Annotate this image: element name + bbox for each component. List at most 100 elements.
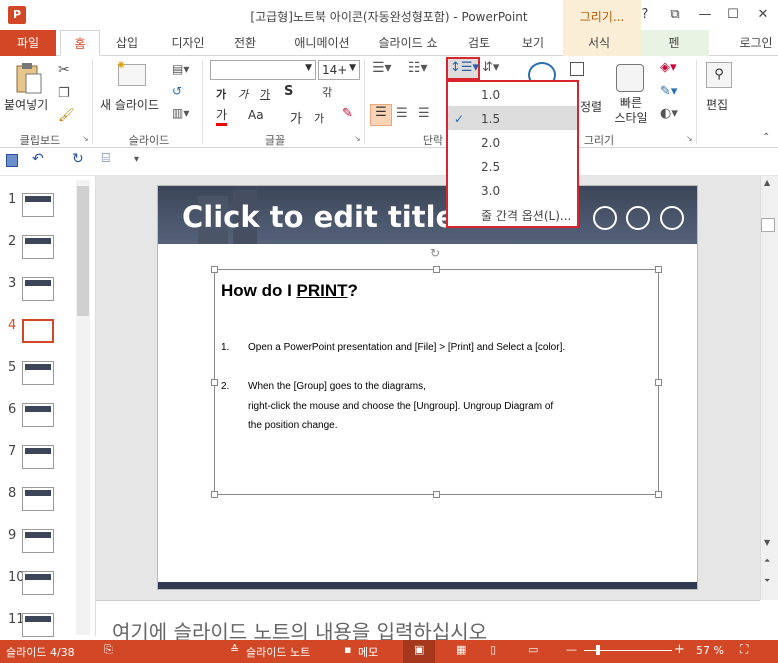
comments-icon[interactable]: ▪: [344, 643, 351, 656]
char-spacing-button[interactable]: 갂: [322, 84, 332, 100]
line-spacing-options[interactable]: 줄 간격 옵션(L)...: [481, 207, 571, 224]
paste-button-label[interactable]: 붙여넣기: [4, 96, 48, 113]
slide-thumbnail[interactable]: [22, 487, 54, 511]
slide-thumbnail[interactable]: [22, 277, 54, 301]
paste-icon[interactable]: [16, 62, 42, 94]
resize-handle[interactable]: [433, 491, 440, 498]
cut-icon[interactable]: ✂: [58, 62, 70, 78]
binoculars-icon[interactable]: ⚲: [706, 62, 732, 88]
quick-styles-button-label[interactable]: 빠른 스타일: [608, 96, 654, 126]
clear-format-icon[interactable]: ✎: [342, 106, 353, 121]
align-left-button[interactable]: ☰: [370, 104, 392, 126]
comments-button[interactable]: 메모: [358, 644, 378, 660]
slide-thumbnail[interactable]: [22, 193, 54, 217]
notes-toggle-icon[interactable]: ≙: [230, 643, 239, 656]
tab-design[interactable]: 디자인: [160, 30, 216, 56]
tab-animations[interactable]: 애니메이션: [280, 30, 364, 56]
resize-handle[interactable]: [211, 266, 218, 273]
font-color-button[interactable]: 가: [216, 106, 228, 126]
tab-view[interactable]: 보기: [512, 30, 554, 56]
slide-thumbnail[interactable]: [22, 403, 54, 427]
italic-button[interactable]: 가: [238, 86, 248, 102]
rotate-handle-icon[interactable]: ↻: [430, 246, 440, 260]
tab-file[interactable]: 파일: [0, 30, 56, 56]
quick-styles-icon[interactable]: [616, 64, 644, 92]
tab-insert[interactable]: 삽입: [106, 30, 148, 56]
bullets-icon[interactable]: ☰▾: [372, 60, 392, 76]
edit-button-label[interactable]: 편집: [706, 96, 728, 113]
resize-handle[interactable]: [211, 379, 218, 386]
numbering-icon[interactable]: ☷▾: [408, 60, 428, 76]
next-slide-icon[interactable]: ⏷: [764, 576, 770, 586]
line-spacing-option[interactable]: 2.5: [481, 160, 500, 174]
tab-home[interactable]: 홈: [60, 30, 100, 56]
slide-title[interactable]: Click to edit title: [182, 200, 455, 234]
new-slide-button-label[interactable]: 새 슬라이드: [100, 96, 159, 113]
undo-icon[interactable]: ↶: [32, 151, 44, 167]
slide-thumbnail[interactable]: [22, 613, 54, 637]
font-size-dropdown[interactable]: 14+ ▼: [318, 60, 360, 80]
slide-thumbnail[interactable]: [22, 235, 54, 259]
line-spacing-option[interactable]: 2.0: [481, 136, 500, 150]
clipboard-launcher-icon[interactable]: ↘: [82, 134, 89, 143]
scroll-up-icon[interactable]: ▲: [764, 178, 770, 187]
help-button[interactable]: ?: [630, 0, 660, 30]
grow-font-button[interactable]: 가: [290, 108, 302, 127]
scroll-thumb[interactable]: [761, 218, 775, 232]
save-icon[interactable]: [6, 154, 18, 167]
resize-handle[interactable]: [655, 491, 662, 498]
align-right-icon[interactable]: ☰: [418, 106, 430, 121]
qat-customize-icon[interactable]: ▾: [134, 154, 139, 165]
slide-sorter-icon[interactable]: ▦: [456, 643, 466, 656]
shrink-font-button[interactable]: 가: [314, 110, 324, 126]
drawing-launcher-icon[interactable]: ↘: [686, 134, 693, 143]
notes-toggle-button[interactable]: 슬라이드 노트: [246, 644, 310, 660]
slide-thumbnail[interactable]: [22, 319, 54, 343]
arrange-button-label[interactable]: 정렬: [580, 98, 602, 115]
zoom-level[interactable]: 57 %: [696, 644, 724, 657]
prev-slide-icon[interactable]: ⏶: [764, 556, 770, 566]
bold-button[interactable]: 가: [216, 86, 226, 102]
login-link[interactable]: 로그인: [734, 30, 778, 56]
layout-icon[interactable]: ▤▾: [172, 62, 189, 76]
resize-handle[interactable]: [655, 266, 662, 273]
align-center-icon[interactable]: ☰: [396, 106, 408, 121]
shape-effects-icon[interactable]: ◐▾: [660, 106, 678, 121]
shadow-button[interactable]: S: [284, 84, 293, 99]
section-icon[interactable]: ▥▾: [172, 106, 189, 120]
resize-handle[interactable]: [433, 266, 440, 273]
tab-slideshow[interactable]: 슬라이드 쇼: [368, 30, 448, 56]
format-painter-icon[interactable]: 🖌: [58, 108, 75, 123]
presentation-icon[interactable]: ⌸: [102, 151, 110, 166]
slide-thumbnail[interactable]: [22, 361, 54, 385]
font-launcher-icon[interactable]: ↘: [354, 134, 361, 143]
resize-handle[interactable]: [211, 491, 218, 498]
scroll-down-icon[interactable]: ▼: [764, 538, 770, 547]
slide-heading[interactable]: How do I PRINT?: [221, 281, 358, 301]
slideshow-icon[interactable]: ▭: [528, 643, 538, 656]
text-direction-icon[interactable]: ⇵▾: [482, 60, 499, 75]
reading-view-icon[interactable]: ▯: [490, 643, 496, 656]
tab-pen[interactable]: 펜: [656, 30, 692, 56]
slide-thumbnail[interactable]: [22, 445, 54, 469]
ribbon-display-button[interactable]: ⧉: [660, 0, 690, 30]
tab-transitions[interactable]: 전환: [224, 30, 266, 56]
slide-thumbnail[interactable]: [22, 529, 54, 553]
fit-slide-icon[interactable]: ⛶: [740, 642, 748, 657]
slide-thumbnail[interactable]: [22, 571, 54, 595]
tab-format[interactable]: 서식: [578, 30, 620, 56]
font-name-dropdown[interactable]: ▼: [210, 60, 316, 80]
thumbnail-scroll-thumb[interactable]: [77, 186, 89, 316]
underline-button[interactable]: 가: [260, 86, 270, 102]
arrange-icon[interactable]: [570, 62, 584, 76]
line-spacing-option[interactable]: 1.5: [481, 112, 500, 126]
minimize-button[interactable]: —: [690, 0, 720, 30]
close-button[interactable]: ✕: [748, 0, 778, 30]
reset-icon[interactable]: ↺: [172, 84, 182, 98]
copy-icon[interactable]: ❐: [58, 86, 70, 101]
zoom-out-button[interactable]: —: [566, 643, 577, 656]
editor-scrollbar[interactable]: [760, 176, 778, 600]
spellcheck-icon[interactable]: ⎘: [104, 643, 113, 657]
tab-review[interactable]: 검토: [458, 30, 500, 56]
resize-handle[interactable]: [655, 379, 662, 386]
